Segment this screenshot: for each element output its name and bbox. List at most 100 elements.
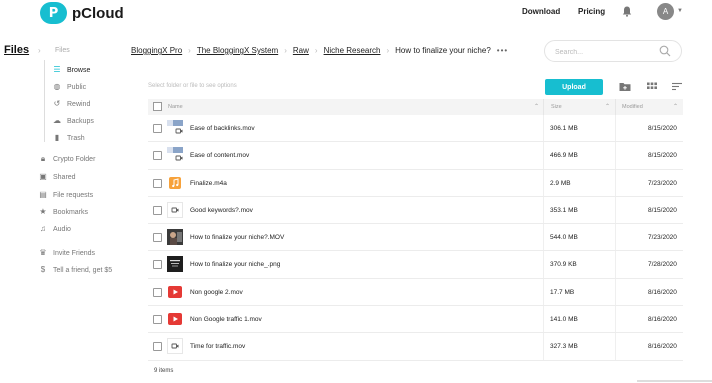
table-row[interactable]: Non google 2.mov 17.7 MB 8/16/2020 [148, 278, 683, 307]
sidebar-item-audio[interactable]: ♫ Audio [38, 222, 71, 236]
sort-asc-icon[interactable]: ⌃ [534, 103, 539, 110]
row-checkbox[interactable] [153, 260, 162, 270]
column-divider [543, 169, 544, 196]
file-name[interactable]: Good keywords?.mov [190, 207, 253, 214]
file-size: 544.0 MB [550, 234, 578, 242]
sidebar-item-public[interactable]: ◍ Public [52, 80, 87, 94]
breadcrumb-item[interactable]: Raw [293, 46, 309, 55]
sidebar-item-browse[interactable]: ☰ Browse [52, 63, 90, 77]
select-all-checkbox[interactable] [153, 102, 162, 111]
sidebar-item-backups[interactable]: ☁ Backups [52, 114, 94, 128]
dollar-icon: $ [40, 265, 46, 274]
video-file-icon [167, 202, 183, 218]
table-row[interactable]: Ease of backlinks.mov 306.1 MB 8/15/2020 [148, 115, 683, 143]
file-size: 370.9 KB [550, 261, 577, 269]
sidebar-item-trash[interactable]: ▮ Trash [52, 131, 85, 145]
sort-icon[interactable]: ⌃ [605, 103, 610, 110]
file-modified: 8/15/2020 [648, 206, 677, 214]
row-checkbox[interactable] [153, 178, 162, 188]
row-checkbox[interactable] [153, 342, 162, 352]
sidebar-item-invite-friends[interactable]: ♛ Invite Friends [38, 246, 95, 260]
table-row[interactable]: Finalize.m4a 2.9 MB 7/23/2020 [148, 169, 683, 197]
column-header-size[interactable]: Size [551, 104, 562, 110]
sidebar-item-rewind[interactable]: ↺ Rewind [52, 97, 91, 111]
table-row[interactable]: How to finalize your niche_.png 370.9 KB 7… [148, 251, 683, 279]
history-icon: ↺ [53, 99, 61, 108]
nav-download[interactable]: Download [522, 7, 560, 16]
sort-icon[interactable]: ⌃ [673, 103, 678, 110]
file-name[interactable]: Time for traffic.mov [190, 343, 245, 350]
pcloud-logo-text: pCloud [72, 4, 124, 22]
sort-icon[interactable] [671, 81, 683, 92]
breadcrumb-item[interactable]: Niche Research [324, 46, 381, 55]
row-checkbox[interactable] [153, 233, 162, 243]
files-crumb[interactable]: Files [55, 47, 70, 54]
file-name[interactable]: Non Google traffic 1.mov [190, 316, 262, 323]
table-row[interactable]: Time for traffic.mov 327.3 MB 8/16/2020 [148, 333, 683, 361]
breadcrumb-item[interactable]: The BloggingX System [197, 46, 278, 55]
file-name[interactable]: Non google 2.mov [190, 289, 243, 296]
breadcrumb-item[interactable]: BloggingX Pro [131, 46, 182, 55]
column-divider [543, 251, 544, 278]
upload-button[interactable]: Upload [545, 79, 603, 95]
file-name[interactable]: How to finalize your niche_.png [190, 261, 280, 268]
breadcrumb-separator-icon: › [188, 46, 191, 55]
sidebar-item-shared[interactable]: ▣ Shared [38, 170, 75, 184]
photo-thumbnail-icon [167, 229, 183, 246]
row-checkbox[interactable] [153, 124, 162, 133]
column-divider [615, 333, 616, 360]
column-divider [615, 142, 616, 169]
file-size: 353.1 MB [550, 206, 578, 214]
file-name[interactable]: How to finalize your niche?.MOV [190, 234, 284, 241]
nav-pricing[interactable]: Pricing [578, 7, 605, 16]
search-input[interactable] [555, 42, 655, 63]
sidebar-item-tell-a-friend[interactable]: $ Tell a friend, get $5 [38, 263, 112, 277]
row-checkbox[interactable] [153, 315, 162, 325]
table-row[interactable]: Non Google traffic 1.mov 141.0 MB 8/16/202… [148, 306, 683, 334]
row-checkbox[interactable] [153, 287, 162, 297]
table-row[interactable]: Ease of content.mov 466.9 MB 8/15/2020 [148, 142, 683, 170]
column-header-name[interactable]: Name [168, 104, 183, 110]
column-divider [543, 142, 544, 169]
file-name[interactable]: Ease of content.mov [190, 152, 249, 159]
table-row[interactable]: How to finalize your niche?.MOV 544.0 MB 7… [148, 224, 683, 252]
table-row[interactable]: Good keywords?.mov 353.1 MB 8/15/2020 [148, 196, 683, 225]
column-header-modified[interactable]: Modified [622, 104, 643, 110]
more-options-button[interactable]: ••• [497, 46, 508, 55]
breadcrumb: BloggingX Pro › The BloggingX System › R… [131, 46, 508, 55]
youtube-icon [167, 311, 183, 327]
breadcrumb-separator-icon: › [38, 46, 41, 55]
file-size: 466.9 MB [550, 152, 578, 160]
lock-icon: 🔒︎ [40, 154, 46, 163]
row-checkbox[interactable] [153, 151, 162, 161]
file-size: 306.1 MB [550, 125, 578, 132]
chevron-down-icon[interactable]: ▼ [677, 8, 683, 14]
file-size: 141.0 MB [550, 316, 578, 324]
file-name[interactable]: Ease of backlinks.mov [190, 125, 255, 132]
avatar[interactable]: A [657, 3, 674, 20]
sidebar-item-bookmarks[interactable]: ★ Bookmarks [38, 205, 88, 219]
file-table: Name ⌃ Size ⌃ Modified ⌃ Ease of backlin… [148, 99, 683, 361]
column-divider [615, 169, 616, 196]
sidebar-item-crypto-folder[interactable]: 🔒︎ Crypto Folder [38, 152, 96, 166]
files-title[interactable]: Files [4, 44, 29, 56]
youtube-icon [167, 284, 183, 300]
headphones-icon: ♫ [40, 224, 46, 233]
breadcrumb-separator-icon: › [314, 46, 318, 55]
sidebar-item-file-requests[interactable]: ▤ File requests [38, 188, 93, 202]
column-divider [615, 278, 616, 306]
cloud-icon: ☁ [53, 116, 61, 125]
new-folder-icon[interactable] [619, 81, 631, 92]
file-name[interactable]: Finalize.m4a [190, 180, 227, 187]
grid-view-icon[interactable] [646, 81, 658, 92]
pcloud-logo[interactable]: P pCloud [40, 2, 124, 24]
table-body: Ease of backlinks.mov 306.1 MB 8/15/2020 Ea… [148, 115, 683, 361]
column-divider [543, 224, 544, 251]
search-icon[interactable] [659, 45, 671, 57]
file-modified: 7/28/2020 [648, 261, 677, 269]
column-divider [543, 115, 544, 142]
item-count: 9 items [154, 368, 174, 374]
shared-folder-icon: ▣ [39, 172, 47, 181]
row-checkbox[interactable] [153, 205, 162, 215]
bell-icon[interactable] [622, 6, 632, 17]
